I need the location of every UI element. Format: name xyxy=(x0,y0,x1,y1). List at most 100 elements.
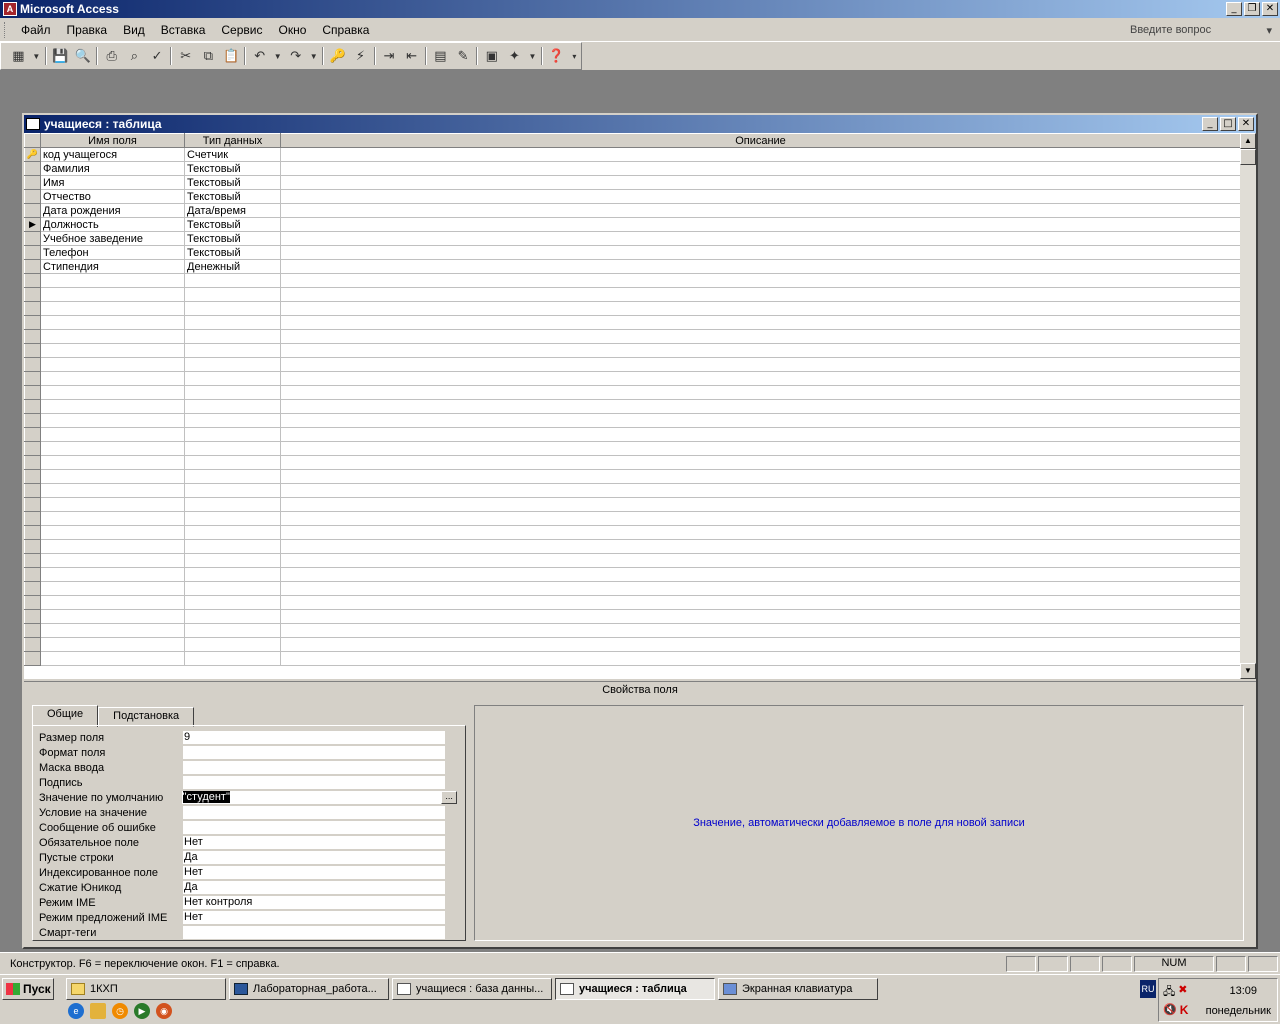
row-selector[interactable] xyxy=(24,385,41,400)
row-selector[interactable] xyxy=(24,259,41,274)
table-row[interactable] xyxy=(24,539,1240,554)
description-cell[interactable] xyxy=(280,217,1240,232)
row-selector[interactable] xyxy=(24,203,41,218)
description-cell[interactable] xyxy=(280,609,1240,624)
property-value-input[interactable]: 9 xyxy=(183,730,445,745)
field-name-cell[interactable] xyxy=(40,483,185,498)
table-row[interactable] xyxy=(24,357,1240,372)
field-name-cell[interactable] xyxy=(40,315,185,330)
expression-builder-button[interactable]: ... xyxy=(441,791,457,804)
taskbar-item-table[interactable]: учащиеся : таблица xyxy=(555,978,715,1000)
row-selector[interactable] xyxy=(24,161,41,176)
row-selector[interactable] xyxy=(24,567,41,582)
data-type-cell[interactable] xyxy=(184,567,281,582)
cut-icon[interactable]: ✂ xyxy=(176,46,195,66)
row-selector[interactable] xyxy=(24,455,41,470)
paste-icon[interactable]: 📋 xyxy=(222,46,241,66)
table-row[interactable] xyxy=(24,455,1240,470)
data-type-cell[interactable] xyxy=(184,525,281,540)
field-name-cell[interactable] xyxy=(40,637,185,652)
field-name-cell[interactable] xyxy=(40,539,185,554)
table-row[interactable] xyxy=(24,609,1240,624)
description-cell[interactable] xyxy=(280,357,1240,372)
new-object-dropdown-icon[interactable]: ▼ xyxy=(528,46,537,66)
description-cell[interactable] xyxy=(280,469,1240,484)
row-selector[interactable] xyxy=(24,245,41,260)
data-type-cell[interactable] xyxy=(184,315,281,330)
property-value-input[interactable] xyxy=(183,745,445,760)
data-type-cell[interactable]: Дата/время xyxy=(184,203,281,218)
field-name-cell[interactable]: Телефон xyxy=(40,245,185,260)
description-cell[interactable] xyxy=(280,273,1240,288)
table-row[interactable] xyxy=(24,343,1240,358)
restore-button[interactable]: ❐ xyxy=(1244,2,1260,16)
description-cell[interactable] xyxy=(280,259,1240,274)
description-cell[interactable] xyxy=(280,301,1240,316)
data-type-cell[interactable] xyxy=(184,455,281,470)
field-name-cell[interactable] xyxy=(40,329,185,344)
scroll-down-icon[interactable]: ▼ xyxy=(1240,663,1256,679)
description-cell[interactable] xyxy=(280,399,1240,414)
data-type-cell[interactable] xyxy=(184,581,281,596)
table-row[interactable] xyxy=(24,511,1240,526)
kaspersky-icon[interactable]: K xyxy=(1180,1003,1189,1017)
description-cell[interactable] xyxy=(280,343,1240,358)
data-type-cell[interactable] xyxy=(184,539,281,554)
description-cell[interactable] xyxy=(280,189,1240,204)
property-value-input[interactable] xyxy=(183,925,445,940)
menu-edit[interactable]: Правка xyxy=(59,23,116,37)
start-button[interactable]: Пуск xyxy=(2,978,54,1000)
row-selector[interactable] xyxy=(24,273,41,288)
undo-dropdown-icon[interactable]: ▼ xyxy=(273,46,282,66)
description-cell[interactable] xyxy=(280,329,1240,344)
data-type-cell[interactable] xyxy=(184,301,281,316)
volume-icon[interactable]: 🔇 xyxy=(1163,1003,1177,1017)
data-type-cell[interactable] xyxy=(184,385,281,400)
row-selector[interactable] xyxy=(24,189,41,204)
table-row[interactable] xyxy=(24,637,1240,652)
field-name-cell[interactable] xyxy=(40,273,185,288)
row-selector[interactable] xyxy=(24,343,41,358)
description-cell[interactable] xyxy=(280,287,1240,302)
menu-window[interactable]: Окно xyxy=(270,23,314,37)
corner-selector[interactable] xyxy=(24,133,41,148)
property-value-input[interactable]: Нет контроля xyxy=(183,895,445,910)
property-value-input[interactable] xyxy=(183,775,445,790)
field-name-cell[interactable]: Отчество xyxy=(40,189,185,204)
row-selector[interactable] xyxy=(24,441,41,456)
table-row[interactable] xyxy=(24,581,1240,596)
field-name-cell[interactable]: Имя xyxy=(40,175,185,190)
scroll-up-icon[interactable]: ▲ xyxy=(1240,133,1256,149)
description-cell[interactable] xyxy=(280,385,1240,400)
chevron-down-icon[interactable]: ▾ xyxy=(1266,24,1272,37)
taskbar-item-folder[interactable]: 1КХП xyxy=(66,978,226,1000)
row-selector[interactable] xyxy=(24,413,41,428)
description-cell[interactable] xyxy=(280,175,1240,190)
current-row-arrow-icon[interactable]: ▶ xyxy=(24,217,41,232)
row-selector[interactable] xyxy=(24,287,41,302)
table-row[interactable]: Имя Текстовый xyxy=(24,175,1240,190)
menu-insert[interactable]: Вставка xyxy=(153,23,214,37)
child-minimize-button[interactable]: _ xyxy=(1202,117,1218,131)
print-icon[interactable]: ⎙ xyxy=(102,46,121,66)
description-cell[interactable] xyxy=(280,231,1240,246)
clock-icon[interactable]: ◷ xyxy=(112,1003,128,1019)
data-type-cell[interactable] xyxy=(184,469,281,484)
table-row[interactable]: Учебное заведение Текстовый xyxy=(24,231,1240,246)
help-question-box[interactable]: Введите вопрос ▾ xyxy=(1126,21,1276,39)
description-cell[interactable] xyxy=(280,315,1240,330)
table-row[interactable]: Фамилия Текстовый xyxy=(24,161,1240,176)
data-type-cell[interactable] xyxy=(184,595,281,610)
clock-time[interactable]: 13:09 xyxy=(1229,985,1257,997)
data-type-cell[interactable]: Счетчик xyxy=(184,147,281,162)
menu-view[interactable]: Вид xyxy=(115,23,153,37)
description-cell[interactable] xyxy=(280,539,1240,554)
properties-icon[interactable]: ▤ xyxy=(431,46,450,66)
data-type-cell[interactable] xyxy=(184,553,281,568)
media-player-icon[interactable]: ▶ xyxy=(134,1003,150,1019)
menu-help[interactable]: Справка xyxy=(314,23,377,37)
undo-icon[interactable]: ↶ xyxy=(250,46,269,66)
data-type-cell[interactable] xyxy=(184,637,281,652)
property-value-input[interactable]: Нет xyxy=(183,910,445,925)
description-cell[interactable] xyxy=(280,497,1240,512)
